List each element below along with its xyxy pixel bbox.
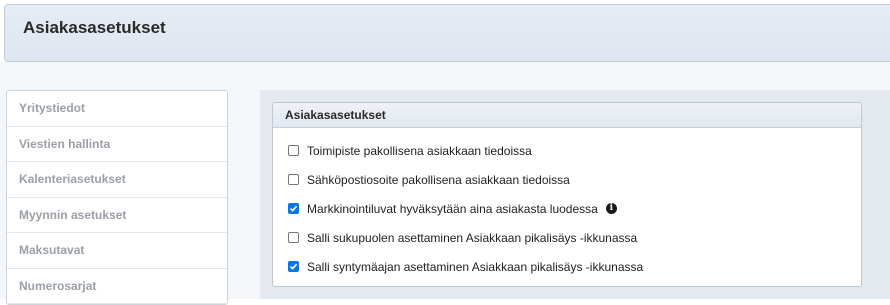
option-row: Salli syntymäajan asettaminen Asiakkaan …: [273, 252, 861, 281]
option-label[interactable]: Toimipiste pakollisena asiakkaan tiedois…: [307, 144, 532, 158]
option-label[interactable]: Sähköpostiosoite pakollisena asiakkaan t…: [307, 173, 570, 187]
info-icon[interactable]: i: [605, 203, 617, 214]
option-row: Salli sukupuolen asettaminen Asiakkaan p…: [273, 223, 861, 252]
option-label[interactable]: Markkinointiluvat hyväksytään aina asiak…: [307, 202, 598, 216]
checkbox[interactable]: [288, 203, 299, 214]
checkbox[interactable]: [288, 232, 299, 243]
settings-sidebar: Yritystiedot Viestien hallinta Kalenteri…: [6, 90, 228, 305]
checkbox[interactable]: [288, 261, 299, 272]
main-content: Asiakasasetukset Toimipiste pakollisena …: [260, 90, 890, 299]
sidebar-item-myynnin-asetukset[interactable]: Myynnin asetukset: [7, 198, 227, 233]
option-row: Toimipiste pakollisena asiakkaan tiedois…: [273, 136, 861, 165]
sidebar-item-kalenteriasetukset[interactable]: Kalenteriasetukset: [7, 162, 227, 198]
sidebar-item-yritystiedot[interactable]: Yritystiedot: [7, 91, 227, 127]
checkbox[interactable]: [288, 145, 299, 156]
customer-settings-panel: Asiakasasetukset Toimipiste pakollisena …: [272, 102, 862, 287]
sidebar-item-maksutavat[interactable]: Maksutavat: [7, 233, 227, 269]
page-header: Asiakasasetukset: [4, 4, 890, 62]
option-label[interactable]: Salli sukupuolen asettaminen Asiakkaan p…: [307, 231, 637, 245]
option-label[interactable]: Salli syntymäajan asettaminen Asiakkaan …: [307, 260, 643, 274]
panel-title: Asiakasasetukset: [273, 103, 861, 128]
page-title: Asiakasasetukset: [23, 18, 166, 37]
option-row: Sähköpostiosoite pakollisena asiakkaan t…: [273, 165, 861, 194]
sidebar-item-viestien-hallinta[interactable]: Viestien hallinta: [7, 127, 227, 162]
option-row: Markkinointiluvat hyväksytään aina asiak…: [273, 194, 861, 223]
checkbox[interactable]: [288, 174, 299, 185]
